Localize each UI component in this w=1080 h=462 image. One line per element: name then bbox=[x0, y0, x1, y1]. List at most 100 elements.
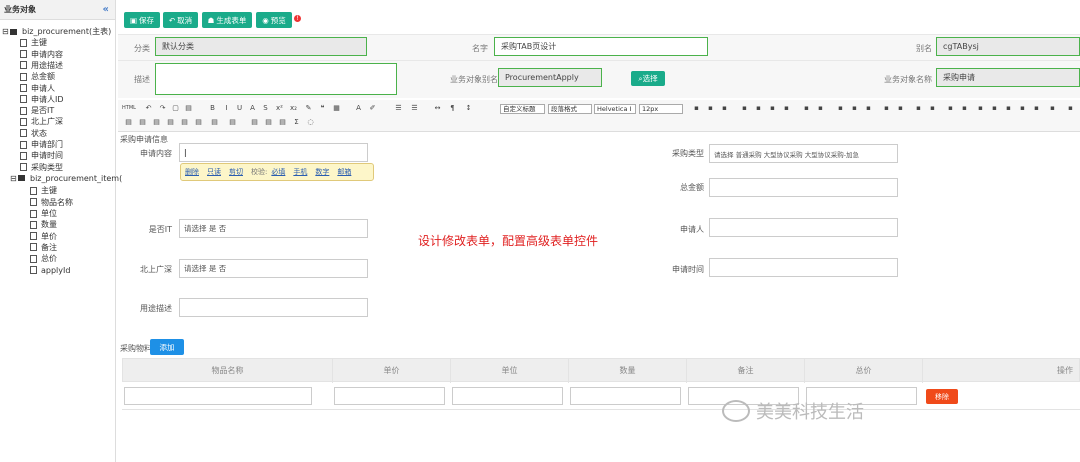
tree-item[interactable]: 申请内容 bbox=[20, 49, 63, 60]
toolbar-tool-icon[interactable]: ☰ bbox=[394, 104, 403, 113]
toolbar-tool-icon[interactable]: ▪ bbox=[1004, 104, 1013, 113]
toolbar-tool-icon[interactable]: ▤ bbox=[194, 118, 203, 127]
toolbar-tool-icon[interactable]: ▢ bbox=[171, 104, 180, 113]
category-field[interactable]: 默认分类 bbox=[155, 37, 367, 56]
expand-icon[interactable]: ⊟ bbox=[2, 27, 10, 36]
tree-child-procurement-item[interactable]: ⊟ biz_procurement_item( bbox=[10, 173, 122, 184]
toolbar-tool-icon[interactable]: ▦ bbox=[332, 104, 341, 113]
toolbar-tool-icon[interactable]: ▤ bbox=[250, 118, 259, 127]
toolbar-tool-icon[interactable]: ▪ bbox=[976, 104, 985, 113]
sigma-icon[interactable]: Σ bbox=[292, 118, 301, 127]
tree-item[interactable]: 物品名称 bbox=[30, 197, 73, 208]
toolbar-tool-icon[interactable]: U bbox=[235, 104, 244, 113]
tree-item[interactable]: applyId bbox=[30, 265, 70, 276]
popup-readonly[interactable]: 只读 bbox=[207, 167, 221, 177]
toolbar-tool-icon[interactable]: ▪ bbox=[782, 104, 791, 113]
paragraph-format-select[interactable]: 段落格式 bbox=[548, 104, 592, 114]
toolbar-tool-icon[interactable]: I bbox=[222, 104, 231, 113]
tree-item[interactable]: 是否IT bbox=[20, 105, 54, 116]
cancel-button[interactable]: ↶ 取消 bbox=[163, 12, 198, 28]
toolbar-tool-icon[interactable]: ▪ bbox=[720, 104, 729, 113]
toolbar-tool-icon[interactable]: ▪ bbox=[1066, 104, 1075, 113]
font-family-select[interactable]: Helvetica I bbox=[594, 104, 636, 114]
tree-item[interactable]: 单价 bbox=[30, 231, 57, 242]
toolbar-tool-icon[interactable]: ▪ bbox=[990, 104, 999, 113]
tree-item[interactable]: 单位 bbox=[30, 208, 57, 219]
toolbar-tool-icon[interactable]: ▪ bbox=[1018, 104, 1027, 113]
toolbar-tool-icon[interactable]: ▪ bbox=[754, 104, 763, 113]
tree-item[interactable]: 申请部门 bbox=[20, 139, 63, 150]
toolbar-tool-icon[interactable]: ◌ bbox=[306, 118, 315, 127]
toolbar-tool-icon[interactable]: ▤ bbox=[152, 118, 161, 127]
toolbar-tool-icon[interactable]: ▪ bbox=[802, 104, 811, 113]
toolbar-tool-icon[interactable]: ▪ bbox=[768, 104, 777, 113]
generate-form-button[interactable]: ☗ 生成表单 bbox=[202, 12, 252, 28]
collapse-icon[interactable]: « bbox=[103, 4, 109, 15]
font-style-select[interactable]: 自定义标题 bbox=[500, 104, 545, 114]
toolbar-tool-icon[interactable]: ▤ bbox=[138, 118, 147, 127]
toolbar-tool-icon[interactable]: x₂ bbox=[289, 104, 298, 113]
toolbar-tool-icon[interactable]: A bbox=[354, 104, 363, 113]
tree-item[interactable]: 备注 bbox=[30, 242, 57, 253]
toolbar-tool-icon[interactable]: ✐ bbox=[368, 104, 377, 113]
save-button[interactable]: ▣ 保存 bbox=[124, 12, 160, 28]
toolbar-tool-icon[interactable]: ↕ bbox=[464, 104, 473, 113]
tree-item[interactable]: 数量 bbox=[30, 219, 57, 230]
toolbar-tool-icon[interactable]: ▪ bbox=[864, 104, 873, 113]
toolbar-tool-icon[interactable]: ▪ bbox=[692, 104, 701, 113]
apply-content-field[interactable]: | bbox=[179, 143, 368, 162]
toolbar-tool-icon[interactable]: ▪ bbox=[850, 104, 859, 113]
name-field[interactable]: 采购TAB页设计 bbox=[494, 37, 708, 56]
toolbar-tool-icon[interactable]: x² bbox=[275, 104, 284, 113]
expand-icon[interactable]: ⊟ bbox=[10, 174, 18, 183]
toolbar-tool-icon[interactable]: ▪ bbox=[836, 104, 845, 113]
popup-phone[interactable]: 手机 bbox=[293, 167, 307, 177]
toolbar-tool-icon[interactable]: ▪ bbox=[816, 104, 825, 113]
tree-item[interactable]: 主键 bbox=[30, 185, 57, 196]
tree-root-biz-procurement[interactable]: ⊟ biz_procurement(主表) bbox=[2, 26, 111, 37]
total-amount-field[interactable] bbox=[709, 178, 898, 197]
toolbar-tool-icon[interactable]: ▤ bbox=[184, 104, 193, 113]
font-size-select[interactable]: 12px bbox=[639, 104, 683, 114]
toolbar-tool-icon[interactable]: B bbox=[208, 104, 217, 113]
add-row-button[interactable]: 添加 bbox=[150, 339, 184, 355]
popup-number[interactable]: 数字 bbox=[315, 167, 329, 177]
toolbar-tool-icon[interactable]: ▪ bbox=[914, 104, 923, 113]
toolbar-tool-icon[interactable]: ✎ bbox=[304, 104, 313, 113]
toolbar-tool-icon[interactable]: ▪ bbox=[946, 104, 955, 113]
alias-field[interactable]: cgTABysj bbox=[936, 37, 1080, 56]
toolbar-tool-icon[interactable]: ▤ bbox=[278, 118, 287, 127]
toolbar-tool-icon[interactable]: ▤ bbox=[124, 118, 133, 127]
toolbar-tool-icon[interactable]: ▪ bbox=[896, 104, 905, 113]
biz-alias-field[interactable]: ProcurementApply bbox=[498, 68, 602, 87]
toolbar-tool-icon[interactable]: ▪ bbox=[740, 104, 749, 113]
tree-item[interactable]: 采购类型 bbox=[20, 162, 63, 173]
toolbar-tool-icon[interactable]: ▪ bbox=[960, 104, 969, 113]
toolbar-tool-icon[interactable]: ☰ bbox=[410, 104, 419, 113]
tree-item[interactable]: 总价 bbox=[30, 253, 57, 264]
popup-email[interactable]: 邮箱 bbox=[337, 167, 351, 177]
toolbar-tool-icon[interactable]: ▪ bbox=[706, 104, 715, 113]
toolbar-tool-icon[interactable]: ▪ bbox=[882, 104, 891, 113]
toolbar-tool-icon[interactable]: ▤ bbox=[264, 118, 273, 127]
toolbar-tool-icon[interactable]: ▤ bbox=[180, 118, 189, 127]
tree-item[interactable]: 申请人ID bbox=[20, 94, 64, 105]
toolbar-tool-icon[interactable]: ▤ bbox=[166, 118, 175, 127]
popup-required[interactable]: 必填 bbox=[271, 167, 285, 177]
toolbar-tool-icon[interactable]: ▤ bbox=[228, 118, 237, 127]
toolbar-tool-icon[interactable]: ▪ bbox=[1032, 104, 1041, 113]
popup-cut[interactable]: 剪切 bbox=[229, 167, 243, 177]
html-source-icon[interactable]: HTML bbox=[122, 104, 136, 113]
applicant-field[interactable] bbox=[709, 218, 898, 237]
toolbar-tool-icon[interactable]: A bbox=[248, 104, 257, 113]
toolbar-tool-icon[interactable]: ▪ bbox=[1048, 104, 1057, 113]
usage-desc-field[interactable] bbox=[179, 298, 368, 317]
tier1-city-select[interactable]: 请选择 是 否 bbox=[179, 259, 368, 278]
tree-item[interactable]: 用途描述 bbox=[20, 60, 63, 71]
toolbar-tool-icon[interactable]: ¶ bbox=[448, 104, 457, 113]
tree-item[interactable]: 申请人 bbox=[20, 83, 55, 94]
popup-delete[interactable]: 删除 bbox=[185, 167, 199, 177]
is-it-select[interactable]: 请选择 是 否 bbox=[179, 219, 368, 238]
toolbar-tool-icon[interactable]: ↷ bbox=[158, 104, 167, 113]
preview-button[interactable]: ◉ 预览 bbox=[256, 12, 292, 28]
